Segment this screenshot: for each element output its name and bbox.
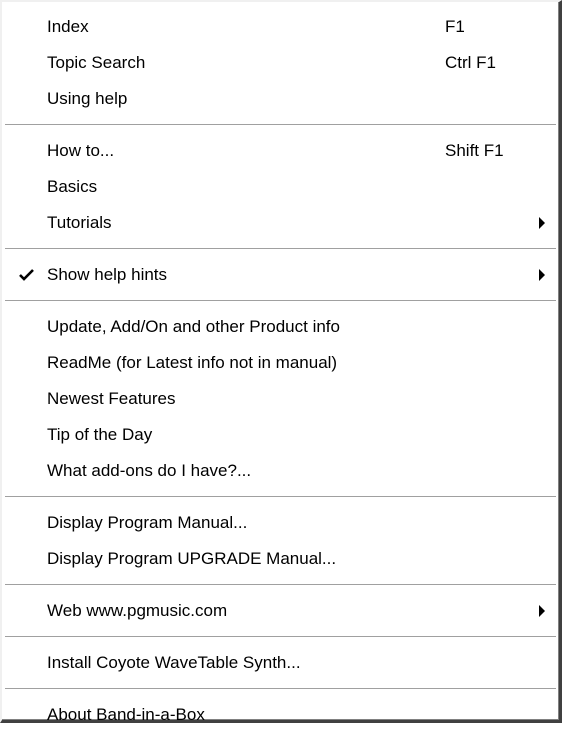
menu-item-basics[interactable]: Basics [2,169,559,205]
menu-item-label: Display Program Manual... [47,513,248,532]
menu-item-label: Index [47,17,89,36]
menu-item-web[interactable]: Web www.pgmusic.com [2,593,559,629]
menu-item-about[interactable]: About Band-in-a-Box [2,697,559,733]
menu-item-label: Tip of the Day [47,425,153,444]
menu-separator [2,681,559,697]
menu-item-label: Web www.pgmusic.com [47,601,228,620]
menu-separator [2,629,559,645]
menu-item-label: ReadMe (for Latest info not in manual) [47,353,338,372]
menu-item-program-manual[interactable]: Display Program Manual... [2,505,559,541]
menu-item-topic-search[interactable]: Topic Search Ctrl F1 [2,45,559,81]
menu-item-label: Install Coyote WaveTable Synth... [47,653,301,672]
menu-item-label: Display Program UPGRADE Manual... [47,549,337,568]
menu-item-index[interactable]: Index F1 [2,9,559,45]
submenu-arrow-icon [539,217,545,229]
menu-item-tutorials[interactable]: Tutorials [2,205,559,241]
menu-item-update-info[interactable]: Update, Add/On and other Product info [2,309,559,345]
menu-item-addons[interactable]: What add-ons do I have?... [2,453,559,489]
menu-separator [2,489,559,505]
menu-item-label: Show help hints [47,265,168,284]
menu-separator [2,293,559,309]
menu-separator [2,117,559,133]
checkmark-icon [19,269,34,281]
menu-item-label: About Band-in-a-Box [47,705,205,724]
submenu-arrow-icon [539,605,545,617]
menu-item-using-help[interactable]: Using help [2,81,559,117]
menu-separator [2,577,559,593]
menu-item-label: Newest Features [47,389,176,408]
menu-item-shortcut: F1 [445,17,465,36]
menu-item-label: Update, Add/On and other Product info [47,317,340,336]
submenu-arrow-icon [539,269,545,281]
menu-item-newest-features[interactable]: Newest Features [2,381,559,417]
menu-item-shortcut: Shift F1 [445,141,504,160]
menu-item-label: How to... [47,141,115,160]
menu-item-readme[interactable]: ReadMe (for Latest info not in manual) [2,345,559,381]
menu-item-label: Tutorials [47,213,112,232]
menu-item-tip-of-the-day[interactable]: Tip of the Day [2,417,559,453]
menu-item-install-coyote[interactable]: Install Coyote WaveTable Synth... [2,645,559,681]
menu-item-label: Using help [47,89,128,108]
menu-item-label: Topic Search [47,53,146,72]
menu-item-label: Basics [47,177,98,196]
menu-separator [2,241,559,257]
menu-item-label: What add-ons do I have?... [47,461,252,480]
menu-item-show-help-hints[interactable]: Show help hints [2,257,559,293]
menu-item-how-to[interactable]: How to... Shift F1 [2,133,559,169]
help-menu: Index F1 Topic Search Ctrl F1 Using help… [0,0,562,724]
menu-item-shortcut: Ctrl F1 [445,53,496,72]
menu-item-upgrade-manual[interactable]: Display Program UPGRADE Manual... [2,541,559,577]
